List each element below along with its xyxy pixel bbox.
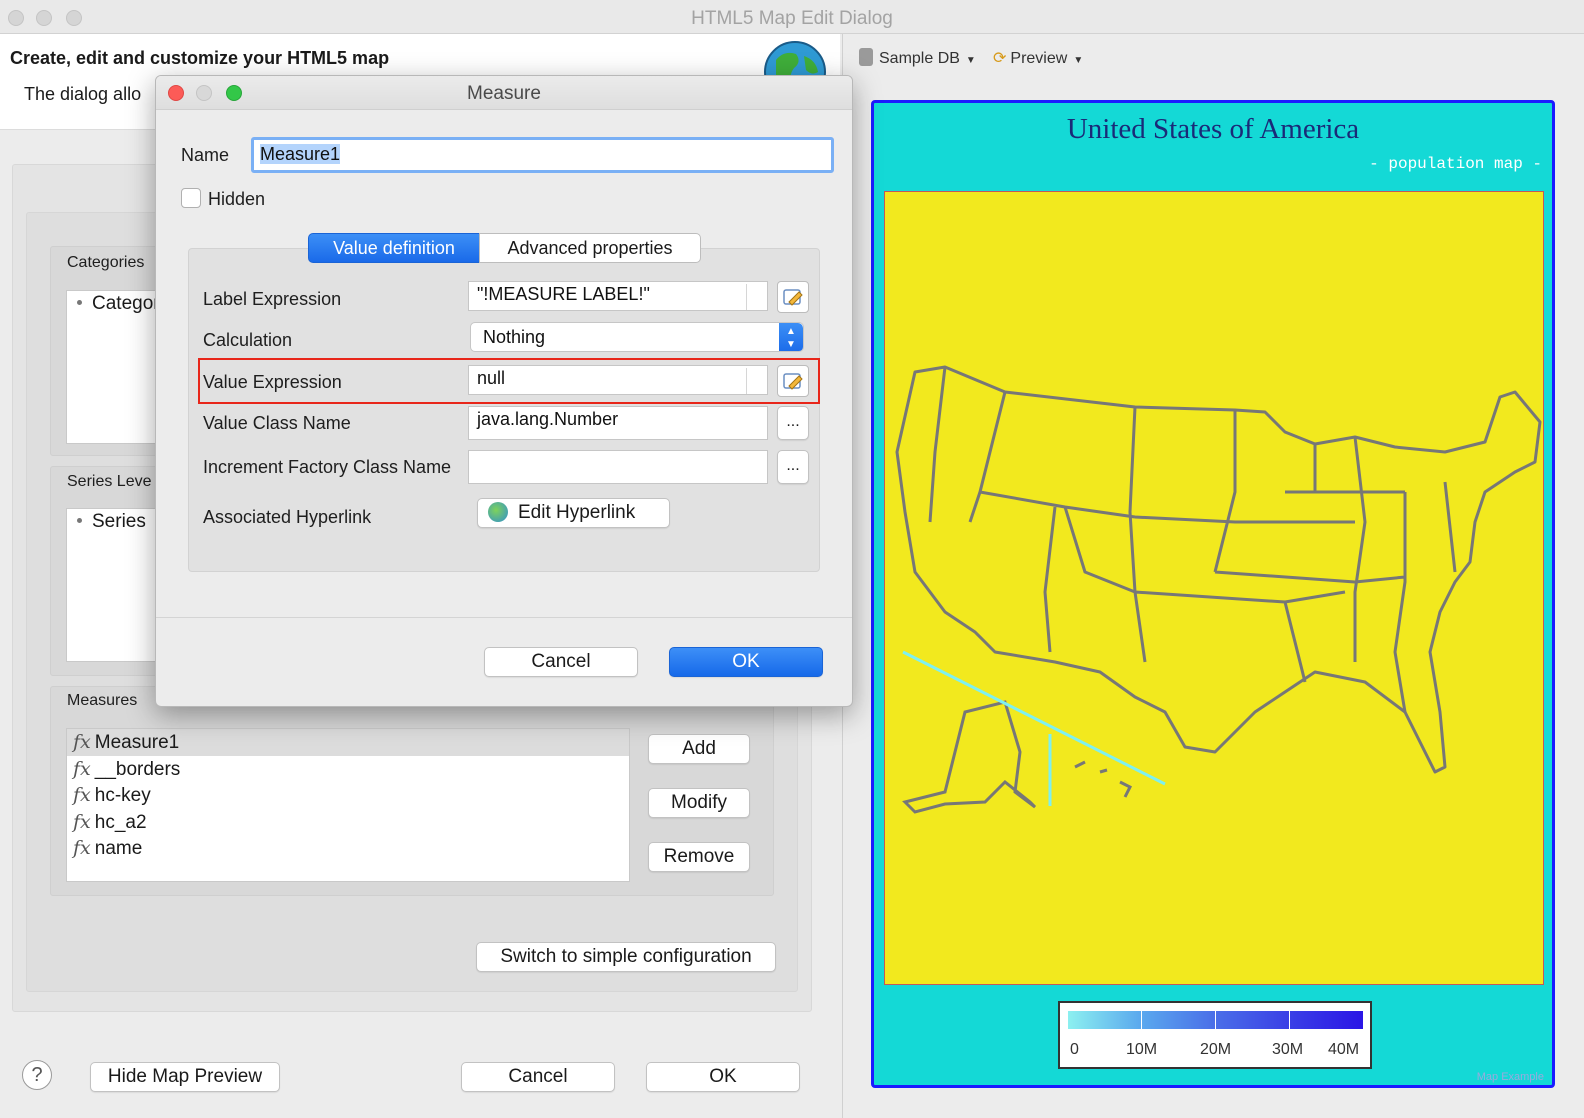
legend-tick: 20M [1200,1041,1232,1058]
increment-factory-label: Increment Factory Class Name [203,457,452,477]
map-preview-frame: United States of America - population ma… [871,100,1555,1088]
color-legend: 0 10M 20M 30M 40M [1058,1001,1372,1069]
name-label: Name [181,145,230,165]
map-credit[interactable]: Map Example [1477,1071,1544,1083]
value-expression-field[interactable]: null [468,365,768,395]
map-area[interactable] [884,191,1544,985]
refresh-icon: ⟳ [993,50,1007,67]
list-item[interactable]: Series [67,509,165,536]
edit-expression-icon[interactable] [777,365,809,397]
function-icon: fx [73,731,91,753]
edit-hyperlink-button[interactable]: Edit Hyperlink [477,498,670,528]
hidden-checkbox[interactable] [181,188,201,208]
header-title: Create, edit and customize your HTML5 ma… [10,48,390,68]
list-item[interactable]: fx Measure1 [67,729,629,756]
window-titlebar: HTML5 Map Edit Dialog [0,0,1584,34]
legend-tick: 40M [1328,1041,1360,1058]
dialog-ok-button[interactable]: OK [669,647,823,677]
header-description: The dialog allo [24,84,142,104]
calculation-label: Calculation [203,330,293,350]
legend-segment [1142,1011,1216,1029]
dialog-separator [156,617,852,618]
function-icon: fx [73,810,91,833]
measures-label: Measures [67,692,138,709]
list-item[interactable]: fx hc_a2 [67,809,629,836]
browse-class-button[interactable]: ... [777,406,809,440]
inset-divider [902,650,1166,786]
modify-measure-button[interactable]: Modify [648,788,750,818]
list-item[interactable]: fx __borders [67,756,629,783]
remove-measure-button[interactable]: Remove [648,842,750,872]
contiguous-us-outline [895,365,1542,774]
value-expression-label: Value Expression [203,372,342,392]
legend-segment [1216,1011,1290,1029]
calculation-select[interactable]: Nothing ▲ ▼ [470,322,804,352]
switch-simple-configuration-button[interactable]: Switch to simple configuration [476,942,776,972]
measure-dialog: Measure Name Measure1 Hidden Value defin… [155,75,853,707]
legend-segment [1290,1011,1364,1029]
usa-map [895,365,1542,814]
database-icon [859,48,873,66]
map-subtitle: - population map - [1369,155,1542,173]
hidden-label: Hidden [208,189,266,209]
function-icon: fx [73,784,91,806]
legend-tick: 0 [1070,1041,1079,1058]
series-label: Series Leve [67,473,152,490]
function-icon: fx [73,837,91,859]
categories-list[interactable]: Categor [66,290,166,444]
tab-value-definition[interactable]: Value definition [308,233,480,263]
series-list[interactable]: Series [66,508,166,662]
chevron-down-icon: ▼ [1073,55,1084,66]
associated-hyperlink-label: Associated Hyperlink [203,507,372,527]
datasource-dropdown[interactable]: Sample DB ▼ [859,48,976,68]
ok-button[interactable]: OK [646,1062,800,1092]
map-title: United States of America [1066,113,1360,145]
state-border [928,366,1457,713]
add-measure-button[interactable]: Add [648,734,750,764]
cancel-button[interactable]: Cancel [461,1062,615,1092]
legend-color-bar [1068,1011,1364,1029]
value-class-field[interactable]: java.lang.Number [468,406,768,440]
edit-expression-icon[interactable] [777,281,809,313]
globe-icon [488,502,508,522]
label-expression-field[interactable]: "!MEASURE LABEL!" [468,281,768,311]
legend-tick: 10M [1126,1041,1158,1058]
legend-tick: 30M [1272,1041,1304,1058]
select-arrows-icon: ▲ ▼ [779,323,803,351]
label-expression-label: Label Expression [203,289,342,309]
name-field[interactable]: Measure1 [251,137,834,173]
list-item[interactable]: fx hc-key [67,782,629,809]
function-icon: fx [73,757,91,780]
browse-factory-button[interactable]: ... [777,450,809,484]
legend-segment [1068,1011,1142,1029]
chevron-down-icon: ▼ [965,55,976,66]
list-item[interactable]: Categor [67,291,165,318]
preview-dropdown[interactable]: ⟳ Preview ▼ [993,48,1083,68]
measures-list[interactable]: fx Measure1 fx __borders fx hc-key fx hc_a2 … [66,728,630,882]
list-item[interactable]: fx name [67,835,629,862]
categories-label: Categories [67,254,145,271]
alaska-outline [902,700,1037,814]
value-class-label: Value Class Name [203,413,351,433]
tab-advanced-properties[interactable]: Advanced properties [479,233,701,263]
preview-toolbar: Sample DB ▼ ⟳ Preview ▼ [843,34,1584,80]
help-icon[interactable]: ? [22,1060,52,1090]
increment-factory-field[interactable] [468,450,768,484]
window-title: HTML5 Map Edit Dialog [691,8,893,29]
hide-map-preview-button[interactable]: Hide Map Preview [90,1062,280,1092]
dialog-titlebar: Measure [156,76,852,110]
map-preview-pane: Sample DB ▼ ⟳ Preview ▼ United States of Am… [842,34,1584,1118]
dialog-title: Measure [467,83,541,104]
hawaii-outline [1074,760,1133,798]
dialog-cancel-button[interactable]: Cancel [484,647,638,677]
